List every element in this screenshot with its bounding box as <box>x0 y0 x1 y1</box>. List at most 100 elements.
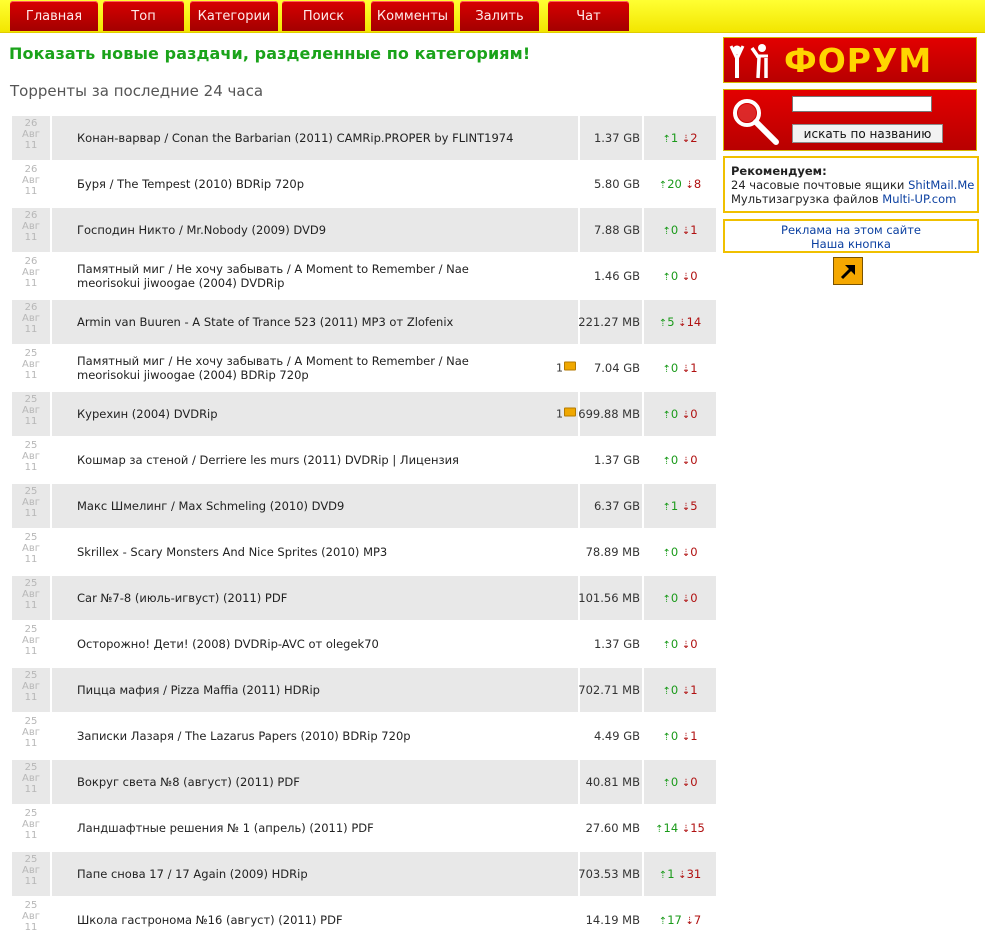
leechers: ⇣31 <box>678 867 701 881</box>
leechers-count: 7 <box>693 913 702 927</box>
torrent-title-link[interactable]: Ландшафтные решения № 1 (апрель) (2011) … <box>77 821 517 835</box>
arrow-down-icon: ⇣ <box>678 318 687 329</box>
leechers: ⇣0 <box>682 269 698 283</box>
date-year: 11 <box>24 830 38 841</box>
torrent-title-link[interactable]: Кошмар за стеной / Derriere les murs (20… <box>77 453 517 467</box>
seeders-count: 17 <box>667 913 682 927</box>
torrent-date: 26 Авг 11 <box>12 162 50 206</box>
torrent-size-cell: 78.89 MB <box>580 530 642 574</box>
multiup-link[interactable]: Multi-UP.com <box>882 192 956 206</box>
leechers: ⇣1 <box>682 683 698 697</box>
torrent-size-cell: 703.53 MB <box>578 852 642 896</box>
torrent-row: 26 Авг 11 Господин Никто / Mr.Nobody (2009)… <box>12 208 716 252</box>
torrent-name-cell: Памятный миг / Не хочу забывать / A Mome… <box>52 254 578 298</box>
torrent-size-cell: 1.37 GB <box>580 622 642 666</box>
arrow-up-icon: ⇡ <box>662 732 671 743</box>
torrent-peers-cell: ⇡0 ⇣0 <box>644 438 716 482</box>
magnifier-icon <box>733 99 779 145</box>
torrent-title-link[interactable]: Осторожно! Дети! (2008) DVDRip-AVC от ol… <box>77 637 517 651</box>
torrent-title-link[interactable]: Папе снова 17 / 17 Again (2009) HDRip <box>77 867 517 881</box>
leechers: ⇣1 <box>682 223 698 237</box>
seeders-count: 0 <box>670 637 679 651</box>
seeders: ⇡0 <box>662 775 678 789</box>
torrent-title-link[interactable]: Skrillex - Scary Monsters And Nice Sprit… <box>77 545 517 559</box>
torrent-title-link[interactable]: Car №7-8 (июль-игвуст) (2011) PDF <box>77 591 517 605</box>
arrow-down-icon: ⇣ <box>678 870 687 881</box>
date-month: Авг <box>22 129 40 140</box>
torrent-size-cell: 5.80 GB <box>580 162 642 206</box>
date-day: 26 <box>24 164 38 175</box>
tab-upload[interactable]: Залить <box>460 1 539 31</box>
torrent-title-link[interactable]: Вокруг света №8 (август) (2011) PDF <box>77 775 517 789</box>
seeders-count: 0 <box>670 453 679 467</box>
torrent-size-cell: 1.37 GB <box>580 438 642 482</box>
torrent-size-cell: 6.37 GB <box>580 484 642 528</box>
date-year: 11 <box>24 692 38 703</box>
torrent-row: 26 Авг 11 Памятный миг / Не хочу забывать /… <box>12 254 716 298</box>
seeders: ⇡1 <box>662 499 678 513</box>
torrent-title-link[interactable]: Armin van Buuren - A State of Trance 523… <box>77 315 517 329</box>
date-month: Авг <box>22 497 40 508</box>
torrent-title-link[interactable]: Господин Никто / Mr.Nobody (2009) DVD9 <box>77 223 517 237</box>
date-year: 11 <box>24 186 38 197</box>
torrent-title-link[interactable]: Памятный миг / Не хочу забывать / A Mome… <box>77 354 517 382</box>
arrow-up-icon: ⇡ <box>658 916 668 927</box>
torrent-title-link[interactable]: Курехин (2004) DVDRip <box>77 407 517 421</box>
date-month: Авг <box>22 635 40 646</box>
torrent-row: 25 Авг 11 Осторожно! Дети! (2008) DVDRip-AV… <box>12 622 716 666</box>
torrent-title-link[interactable]: Конан-варвар / Conan the Barbarian (2011… <box>77 131 517 145</box>
torrent-peers-cell: ⇡0 ⇣0 <box>644 760 716 804</box>
torrent-date: 25 Авг 11 <box>12 576 50 620</box>
torrent-title-link[interactable]: Записки Лазаря / The Lazarus Papers (201… <box>77 729 517 743</box>
tab-home[interactable]: Главная <box>10 1 98 31</box>
torrent-title-link[interactable]: Школа гастронома №16 (август) (2011) PDF <box>77 913 517 927</box>
arrow-up-icon: ⇡ <box>662 272 671 283</box>
torrent-peers-cell: ⇡0 ⇣1 <box>644 668 716 712</box>
date-month: Авг <box>22 727 40 738</box>
forum-label: ФОРУМ <box>784 41 933 80</box>
torrent-title-link[interactable]: Макс Шмелинг / Max Schmeling (2010) DVD9 <box>77 499 517 513</box>
forum-banner[interactable]: ФОРУМ <box>723 37 977 83</box>
arrow-down-icon: ⇣ <box>681 824 691 835</box>
date-year: 11 <box>24 922 38 933</box>
torrent-name-cell: Господин Никто / Mr.Nobody (2009) DVD9 <box>52 208 578 252</box>
torrent-size-cell: 1.46 GB <box>580 254 642 298</box>
torrent-size: 699.88 MB <box>578 407 640 421</box>
comment-count[interactable]: 1 <box>556 361 576 375</box>
torrent-size: 1.37 GB <box>593 131 640 145</box>
torrent-row: 25 Авг 11 Кошмар за стеной / Derriere les m… <box>12 438 716 482</box>
tab-top[interactable]: Топ <box>103 1 184 31</box>
comment-count[interactable]: 1 <box>556 407 576 421</box>
torrent-peers-cell: ⇡0 ⇣1 <box>644 346 716 390</box>
arrow-down-icon: ⇣ <box>681 364 691 375</box>
shitmail-link[interactable]: ShitMail.Me <box>908 178 974 192</box>
torrent-date: 25 Авг 11 <box>12 760 50 804</box>
advertise-link[interactable]: Реклама на этом сайте <box>725 223 977 237</box>
tab-categories[interactable]: Категории <box>190 1 278 31</box>
date-month: Авг <box>22 773 40 784</box>
torrent-peers-cell: ⇡0 ⇣1 <box>644 714 716 758</box>
torrent-size: 78.89 MB <box>585 545 640 559</box>
tab-search[interactable]: Поиск <box>282 1 365 31</box>
date-day: 25 <box>24 394 38 405</box>
seeders-count: 1 <box>670 499 679 513</box>
torrent-title-link[interactable]: Памятный миг / Не хочу забывать / A Mome… <box>77 262 517 290</box>
torrent-size-cell: 14.19 MB <box>580 898 642 942</box>
categories-link[interactable]: Показать новые раздачи, разделенные по к… <box>9 44 530 63</box>
torrent-name-cell: Школа гастронома №16 (август) (2011) PDF <box>52 898 578 942</box>
torrent-title-link[interactable]: Буря / The Tempest (2010) BDRip 720p <box>77 177 517 191</box>
leechers: ⇣0 <box>682 591 698 605</box>
our-button-banner[interactable] <box>833 257 863 285</box>
torrent-date: 26 Авг 11 <box>12 116 50 160</box>
our-button-link[interactable]: Наша кнопка <box>725 237 977 251</box>
tab-comments[interactable]: Комменты <box>371 1 454 31</box>
date-day: 26 <box>24 302 38 313</box>
torrent-title-link[interactable]: Пицца мафия / Pizza Maffia (2011) HDRip <box>77 683 517 697</box>
torrent-row: 25 Авг 11 Записки Лазаря / The Lazarus Pape… <box>12 714 716 758</box>
tab-chat[interactable]: Чат <box>548 1 629 31</box>
torrent-size: 27.60 MB <box>585 821 640 835</box>
search-input[interactable] <box>792 96 932 112</box>
search-by-title-button[interactable]: искать по названию <box>792 124 943 143</box>
torrent-peers-cell: ⇡0 ⇣1 <box>644 208 716 252</box>
date-day: 25 <box>24 854 38 865</box>
